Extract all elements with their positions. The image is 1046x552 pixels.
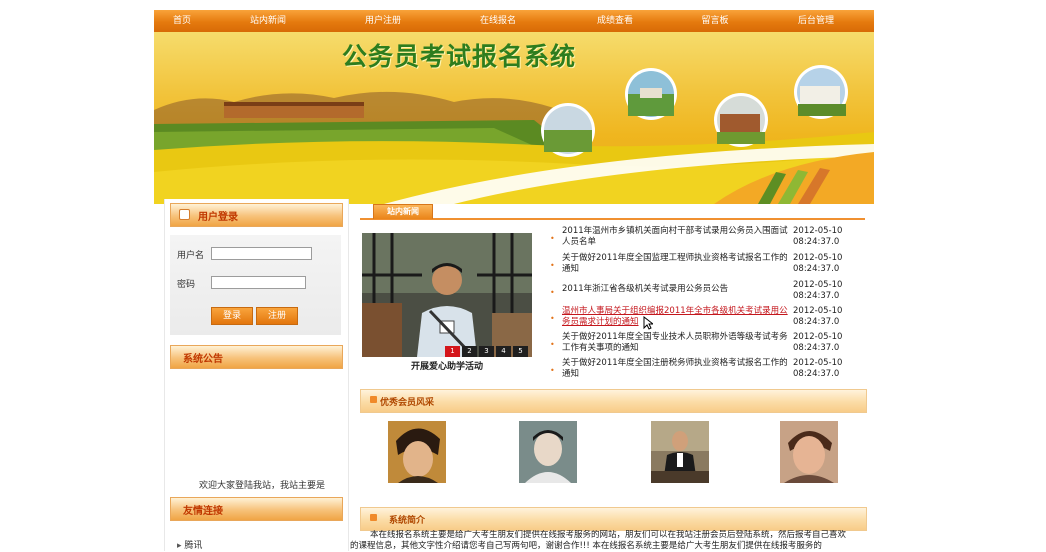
news-date: 2012-05-10 08:24:37.0 xyxy=(793,306,843,327)
intro-line-2: 的课程信息，其他文字性介绍请您考自己写两句吧，谢谢合作!!! 本在线报名系统主要… xyxy=(350,541,822,551)
nav-online-signup[interactable]: 在线报名 xyxy=(458,10,538,32)
header-bullet-icon xyxy=(370,396,377,403)
nav-message-board[interactable]: 留言板 xyxy=(675,10,755,32)
tab-site-news[interactable]: 站内新闻 xyxy=(373,204,433,219)
member-avatar[interactable] xyxy=(519,421,577,483)
bullet-icon: • xyxy=(550,234,555,243)
user-icon xyxy=(179,209,190,220)
news-item[interactable]: • 关于做好2011年度全国注册税务师执业资格考试报名工作的通知 2012-05… xyxy=(550,358,870,382)
password-label: 密码 xyxy=(177,280,196,290)
news-title[interactable]: 2011年浙江省各级机关考试录用公务员公告 xyxy=(562,284,792,295)
intro-header-label: 系统简介 xyxy=(389,516,426,526)
friend-link-label: 腾讯 xyxy=(184,541,203,551)
nav-home[interactable]: 首页 xyxy=(142,10,222,32)
username-label: 用户名 xyxy=(177,251,205,261)
header-bullet-icon xyxy=(370,514,377,521)
news-date: 2012-05-10 08:24:37.0 xyxy=(793,332,843,353)
friend-link-item[interactable]: ▸ 腾讯 xyxy=(177,538,202,551)
top-nav-bar: 首页 站内新闻 用户注册 在线报名 成绩查看 留言板 后台管理 xyxy=(154,10,874,32)
slideshow-photo xyxy=(362,233,532,357)
bullet-icon: • xyxy=(550,288,555,297)
news-tab-underline xyxy=(360,218,865,220)
news-item[interactable]: • 关于做好2011年度全国监理工程师执业资格考试报名工作的通知 2012-05… xyxy=(550,253,870,277)
news-item[interactable]: • 2011年浙江省各级机关考试录用公务员公告 2012-05-10 08:24:… xyxy=(550,280,870,304)
member-photo xyxy=(780,421,838,483)
bullet-icon: • xyxy=(550,261,555,270)
news-title-hovered[interactable]: 温州市人事局关于组织编报2011年全市各级机关考试录用公务员需求计划的通知 xyxy=(562,306,792,327)
site-title: 公务员考试报名系统 xyxy=(342,42,577,71)
announcement-header-label: 系统公告 xyxy=(183,354,223,365)
news-item[interactable]: • 温州市人事局关于组织编报2011年全市各级机关考试录用公务员需求计划的通知 … xyxy=(550,306,870,330)
register-button[interactable]: 注册 xyxy=(256,307,298,325)
member-photo xyxy=(388,421,446,483)
nav-site-news[interactable]: 站内新闻 xyxy=(228,10,308,32)
intro-header: 系统简介 xyxy=(360,507,867,531)
news-item[interactable]: • 关于做好2011年度全国专业技术人员职称外语等级考试考务工作有关事项的通知 … xyxy=(550,332,870,356)
nav-admin[interactable]: 后台管理 xyxy=(776,10,856,32)
header-banner: 公务员考试报名系统 xyxy=(154,32,874,204)
slideshow-caption[interactable]: 开展爱心助学活动 xyxy=(362,359,532,372)
news-date: 2012-05-10 08:24:37.0 xyxy=(793,358,843,379)
left-sidebar: 用户登录 用户名 密码 登录 注册 系统公告 欢迎大家登陆我站，我站主要是 友情… xyxy=(164,199,349,551)
bullet-icon: • xyxy=(550,314,555,323)
login-button[interactable]: 登录 xyxy=(211,307,253,325)
login-header: 用户登录 xyxy=(170,203,343,227)
links-header: 友情连接 xyxy=(170,497,343,521)
announcement-text: 欢迎大家登陆我站，我站主要是 xyxy=(199,481,326,491)
nav-user-register[interactable]: 用户注册 xyxy=(343,10,423,32)
members-header: 优秀会员风采 xyxy=(360,389,867,413)
member-photo xyxy=(651,421,709,483)
news-title[interactable]: 关于做好2011年度全国专业技术人员职称外语等级考试考务工作有关事项的通知 xyxy=(562,332,792,353)
news-title[interactable]: 2011年温州市乡镇机关面向村干部考试录用公务员入围面试人员名单 xyxy=(562,226,792,247)
intro-line-1: 本在线报名系统主要是给广大考生朋友们提供在线报考服务的网站，朋友们可以在我站注册… xyxy=(370,530,847,540)
news-title[interactable]: 关于做好2011年度全国注册税务师执业资格考试报名工作的通知 xyxy=(562,358,792,379)
member-photo xyxy=(519,421,577,483)
news-date: 2012-05-10 08:24:37.0 xyxy=(793,253,843,274)
member-avatar[interactable] xyxy=(388,421,446,483)
nav-score-view[interactable]: 成绩查看 xyxy=(575,10,655,32)
bullet-icon: • xyxy=(550,366,555,375)
slide-page-3[interactable]: 3 xyxy=(479,346,494,357)
username-input[interactable] xyxy=(211,247,312,260)
news-title[interactable]: 关于做好2011年度全国监理工程师执业资格考试报名工作的通知 xyxy=(562,253,792,274)
slide-page-4[interactable]: 4 xyxy=(496,346,511,357)
bullet-icon: • xyxy=(550,340,555,349)
links-header-label: 友情连接 xyxy=(183,506,223,517)
slide-page-5[interactable]: 5 xyxy=(513,346,528,357)
mouse-cursor-icon xyxy=(643,316,653,330)
announcement-header: 系统公告 xyxy=(170,345,343,369)
news-slideshow[interactable]: 1 2 3 4 5 xyxy=(362,233,532,357)
slide-page-1[interactable]: 1 xyxy=(445,346,460,357)
login-header-label: 用户登录 xyxy=(198,212,238,223)
slideshow-pager: 1 2 3 4 5 xyxy=(445,346,529,357)
news-date: 2012-05-10 08:24:37.0 xyxy=(793,226,843,247)
intro-text: 本在线报名系统主要是给广大考生朋友们提供在线报考服务的网站，朋友们可以在我站注册… xyxy=(350,530,880,552)
members-header-label: 优秀会员风采 xyxy=(380,398,435,408)
news-date: 2012-05-10 08:24:37.0 xyxy=(793,280,843,301)
news-item[interactable]: • 2011年温州市乡镇机关面向村干部考试录用公务员入围面试人员名单 2012-… xyxy=(550,226,870,250)
member-avatar[interactable] xyxy=(651,421,709,483)
slide-page-2[interactable]: 2 xyxy=(462,346,477,357)
member-avatar[interactable] xyxy=(780,421,838,483)
password-input[interactable] xyxy=(211,276,306,289)
